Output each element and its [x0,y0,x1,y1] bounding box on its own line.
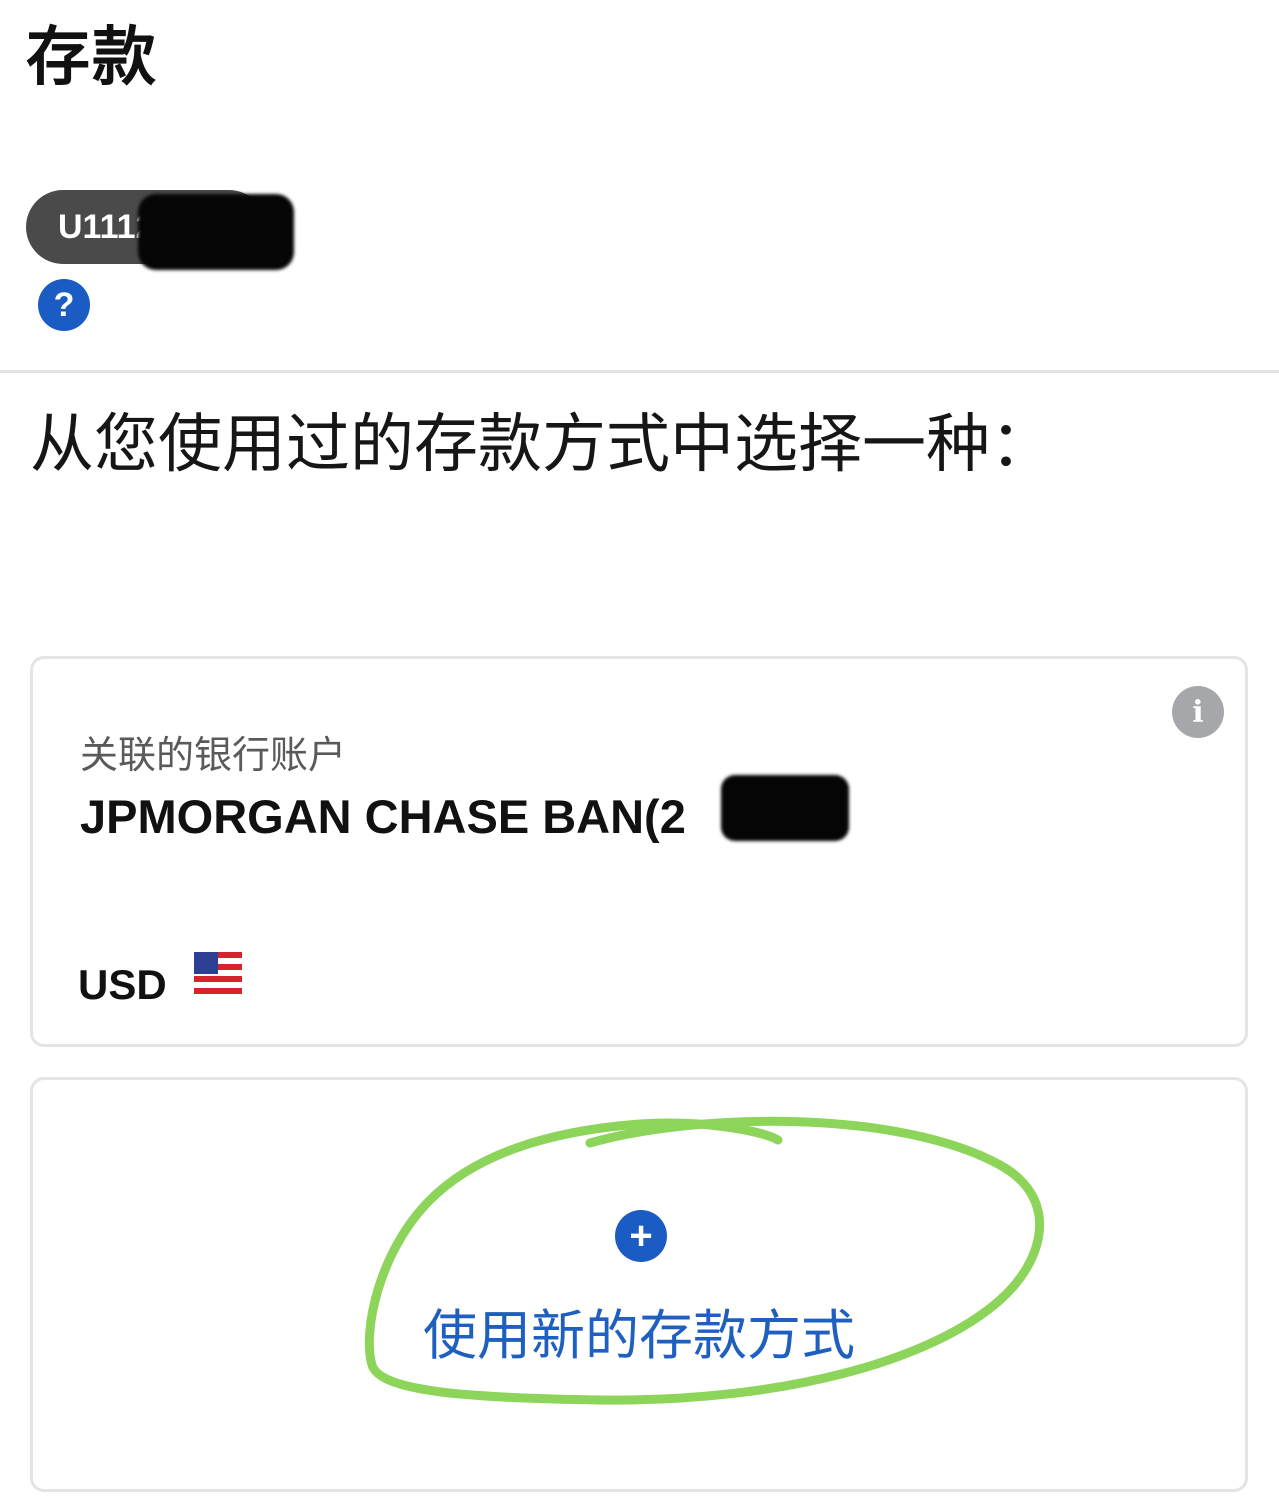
plus-icon[interactable]: + [615,1210,667,1262]
us-flag-icon [194,952,242,996]
saved-deposit-method-card[interactable]: i 关联的银行账户 JPMORGAN CHASE BAN(2 USD [30,656,1248,1047]
new-deposit-method-label[interactable]: 使用新的存款方式 [33,1302,1245,1370]
help-icon[interactable]: ? [38,279,90,331]
section-title: 从您使用过的存款方式中选择一种： [30,408,1054,482]
deposit-page: 存款 U1112 ? 从您使用过的存款方式中选择一种： i 关联的银行账户 JP… [0,0,1279,1508]
bank-account-type-label: 关联的银行账户 [80,733,347,777]
divider [0,370,1279,373]
info-icon[interactable]: i [1172,686,1224,738]
new-deposit-method-card[interactable]: + 使用新的存款方式 [30,1077,1248,1492]
currency-code: USD [78,961,167,1008]
redaction-mark [138,194,294,270]
bank-name: JPMORGAN CHASE BAN(2 [80,790,686,843]
redaction-mark [721,775,849,841]
page-title: 存款 [26,21,158,95]
